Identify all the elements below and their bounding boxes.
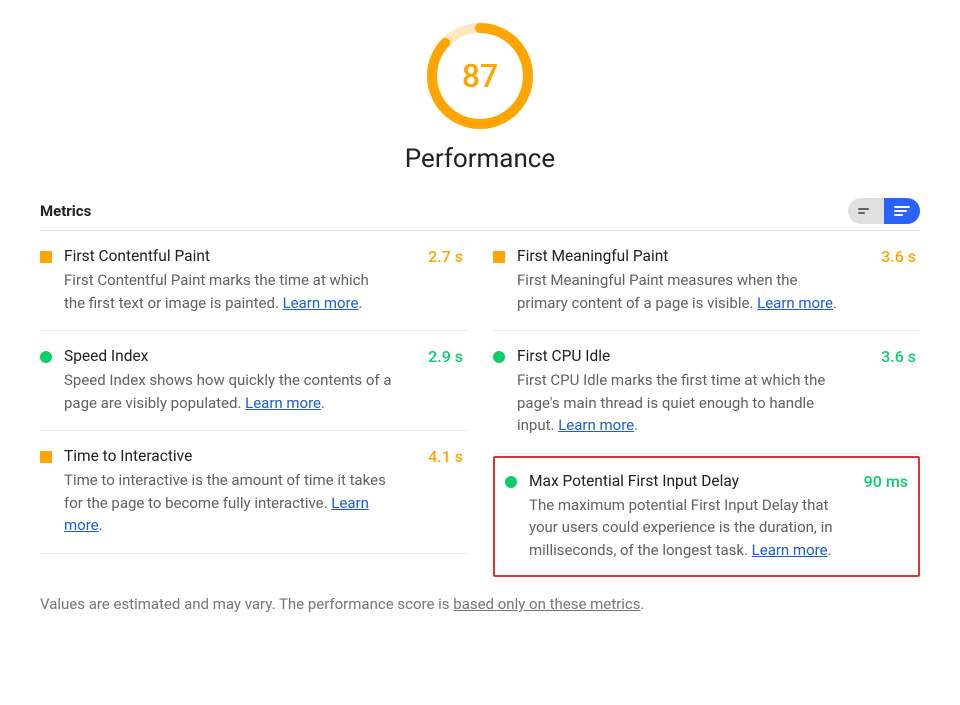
metric-title: Time to Interactive xyxy=(64,447,393,465)
metric-title: First CPU Idle xyxy=(517,347,846,365)
metric-title: Speed Index xyxy=(64,347,393,365)
metric-body: First Contentful Paint First Contentful P… xyxy=(64,247,393,314)
metric-row: Speed Index Speed Index shows how quickly… xyxy=(40,331,467,431)
expanded-view-toggle[interactable] xyxy=(884,198,920,224)
footnote-text: Values are estimated and may vary. The p… xyxy=(40,595,920,613)
metric-row: Time to Interactive Time to interactive i… xyxy=(40,431,467,554)
metric-description: First CPU Idle marks the first time at w… xyxy=(517,369,846,437)
metric-value: 90 ms xyxy=(858,472,908,491)
based-on-metrics-link[interactable]: based only on these metrics xyxy=(453,595,640,613)
metric-row: First CPU Idle First CPU Idle marks the f… xyxy=(493,331,920,454)
metric-description: The maximum potential First Input Delay … xyxy=(529,494,838,562)
status-average-icon xyxy=(40,451,52,463)
status-average-icon xyxy=(40,251,52,263)
metric-title: First Contentful Paint xyxy=(64,247,393,265)
status-pass-icon xyxy=(40,351,52,363)
metric-title: Max Potential First Input Delay xyxy=(529,472,838,490)
metric-body: Time to Interactive Time to interactive i… xyxy=(64,447,393,537)
score-gauge-area: 87 Performance xyxy=(40,20,920,174)
metric-value: 3.6 s xyxy=(866,347,916,366)
metric-body: Speed Index Speed Index shows how quickly… xyxy=(64,347,393,414)
learn-more-link[interactable]: Learn more xyxy=(558,416,634,434)
status-pass-icon xyxy=(493,351,505,363)
learn-more-link[interactable]: Learn more xyxy=(752,541,828,559)
view-toggle[interactable] xyxy=(848,198,920,224)
metric-row: First Meaningful Paint First Meaningful P… xyxy=(493,231,920,331)
compact-icon xyxy=(858,205,874,217)
metric-description: First Meaningful Paint measures when the… xyxy=(517,269,846,314)
learn-more-link[interactable]: Learn more xyxy=(283,294,359,312)
metric-description: Speed Index shows how quickly the conten… xyxy=(64,369,393,414)
category-title: Performance xyxy=(405,144,555,174)
metric-row: Max Potential First Input Delay The maxim… xyxy=(493,456,920,578)
compact-view-toggle[interactable] xyxy=(848,198,884,224)
metric-row: First Contentful Paint First Contentful P… xyxy=(40,231,467,331)
metric-description: Time to interactive is the amount of tim… xyxy=(64,469,393,537)
metric-value: 3.6 s xyxy=(866,247,916,266)
score-value: 87 xyxy=(424,20,536,132)
score-gauge: 87 xyxy=(424,20,536,132)
status-pass-icon xyxy=(505,476,517,488)
status-average-icon xyxy=(493,251,505,263)
learn-more-link[interactable]: Learn more xyxy=(245,394,321,412)
expanded-icon xyxy=(894,204,910,218)
metric-title: First Meaningful Paint xyxy=(517,247,846,265)
metric-body: First Meaningful Paint First Meaningful P… xyxy=(517,247,846,314)
learn-more-link[interactable]: Learn more xyxy=(757,294,833,312)
metric-description: First Contentful Paint marks the time at… xyxy=(64,269,393,314)
metric-body: First CPU Idle First CPU Idle marks the f… xyxy=(517,347,846,437)
metric-value: 2.9 s xyxy=(413,347,463,366)
metric-body: Max Potential First Input Delay The maxim… xyxy=(529,472,838,562)
metrics-heading: Metrics xyxy=(40,202,91,220)
metric-value: 2.7 s xyxy=(413,247,463,266)
metric-value: 4.1 s xyxy=(413,447,463,466)
